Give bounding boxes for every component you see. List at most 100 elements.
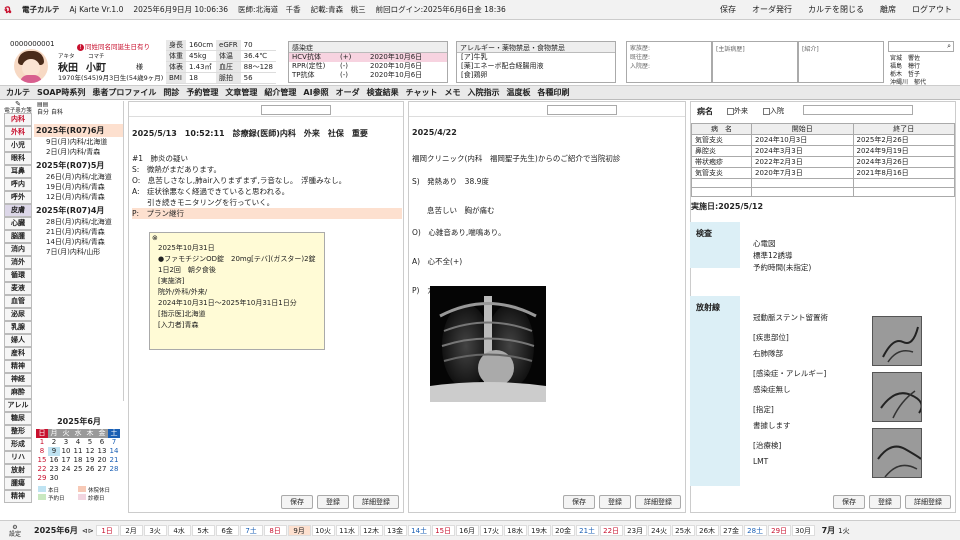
dept-item[interactable]: リハ — [4, 451, 32, 464]
order-popup[interactable]: ⊗ 2025年10月31日 ●ファモチジンOD錠 20mg[テバ](ガスター)2錠… — [149, 232, 325, 350]
visit-day[interactable]: 14日(月)内科/青森 — [34, 237, 123, 247]
visit-month[interactable]: 2025年(R07)5月 — [34, 159, 123, 172]
tab-8[interactable]: オーダ — [336, 87, 360, 98]
history-panel[interactable]: 家族歴: 既往歴: 入院歴: — [626, 41, 712, 83]
strip-day[interactable]: 15日 — [431, 525, 455, 536]
dept-item[interactable]: 眼科 — [4, 152, 32, 165]
strip-day[interactable]: 21土 — [575, 525, 599, 536]
referral-panel[interactable]: [紹介] — [798, 41, 884, 83]
dept-item[interactable]: 神経 — [4, 373, 32, 386]
menu-item-3[interactable]: 離席 — [880, 4, 896, 15]
strip-day[interactable]: 12木 — [359, 525, 383, 536]
dept-item[interactable]: 麻酔 — [4, 386, 32, 399]
dept-item[interactable]: 皮膚 — [4, 204, 32, 217]
strip-day[interactable]: 9月 — [287, 525, 311, 536]
note1-line[interactable]: A: 症状徐悪なく経過できていると思われる。 — [132, 186, 402, 197]
dept-item[interactable]: 脳腫 — [4, 230, 32, 243]
note2-line[interactable]: O) 心雑音あり,喘鳴あり。 — [412, 227, 682, 256]
calendar-day[interactable]: 15 — [36, 456, 48, 465]
disease-row[interactable]: 気管支炎 2024年10月3日 2025年2月26日 — [690, 134, 955, 146]
dept-item[interactable]: 精神 — [4, 360, 32, 373]
calendar-day[interactable]: 16 — [48, 456, 60, 465]
visit-day[interactable]: 21日(月)内科/青森 — [34, 227, 123, 237]
infection-panel[interactable]: 感染症 HCV抗体 (+) 2020年10月6日 RPR(定性) (-) 2020年10月… — [288, 41, 448, 83]
note1-search-input[interactable] — [261, 105, 331, 115]
tab-13[interactable]: 温度板 — [507, 87, 531, 98]
strip-day[interactable]: 29日 — [767, 525, 791, 536]
tab-12[interactable]: 入院指示 — [468, 87, 500, 98]
tab-10[interactable]: チャット — [406, 87, 438, 98]
strip-day[interactable]: 27金 — [719, 525, 743, 536]
calendar-day[interactable]: 3 — [60, 438, 72, 447]
dept-item[interactable]: 腫瘍 — [4, 477, 32, 490]
strip-day[interactable]: 13金 — [383, 525, 407, 536]
visit-day[interactable]: 9日(月)内科/北海道 — [34, 137, 123, 147]
calendar-day[interactable]: 9 — [48, 447, 60, 456]
strip-day[interactable]: 4水 — [167, 525, 191, 536]
calendar-day[interactable]: 18 — [72, 456, 84, 465]
note1-line[interactable]: S: 微熱がまだあります。 — [132, 164, 402, 175]
strip-day[interactable]: 10火 — [311, 525, 335, 536]
dept-item[interactable]: 呼外 — [4, 191, 32, 204]
visit-day[interactable]: 12日(月)内科/青森 — [34, 192, 123, 202]
next-month[interactable]: 7月 — [822, 525, 836, 536]
exec-button-2[interactable]: 詳細登録 — [905, 495, 951, 509]
calendar-day[interactable]: 24 — [60, 465, 72, 474]
tab-4[interactable]: 予約管理 — [186, 87, 218, 98]
strip-day[interactable]: 5木 — [191, 525, 215, 536]
note1-line[interactable]: 引き続きモニタリングを行っていく。 — [132, 197, 402, 208]
tab-2[interactable]: 患者プロファイル — [92, 87, 156, 98]
calendar-day[interactable]: 13 — [96, 447, 108, 456]
exec-button-1[interactable]: 登録 — [869, 495, 901, 509]
tab-1[interactable]: SOAP時系列 — [37, 87, 85, 98]
tab-6[interactable]: 紹介管理 — [264, 87, 296, 98]
calendar-day[interactable]: 30 — [48, 474, 60, 483]
dept-item[interactable]: 糖尿 — [4, 412, 32, 425]
calendar-day[interactable]: 20 — [96, 456, 108, 465]
calendar-day[interactable]: 1 — [36, 438, 48, 447]
strip-day[interactable]: 24火 — [647, 525, 671, 536]
calendar-day[interactable]: 27 — [96, 465, 108, 474]
dept-item[interactable]: 精神 — [4, 490, 32, 503]
dept-item[interactable]: 泌尿 — [4, 308, 32, 321]
close-icon[interactable]: ⊗ — [152, 233, 158, 244]
strip-day[interactable]: 6金 — [215, 525, 239, 536]
calendar-day[interactable]: 5 — [84, 438, 96, 447]
dept-item[interactable]: 放射 — [4, 464, 32, 477]
menu-item-0[interactable]: 保存 — [720, 4, 736, 15]
calendar-day[interactable]: 19 — [84, 456, 96, 465]
tab-7[interactable]: AI参照 — [303, 87, 328, 98]
strip-day[interactable]: 3火 — [143, 525, 167, 536]
strip-day[interactable]: 11水 — [335, 525, 359, 536]
disease-row[interactable]: 鼻腔炎 2024年3月3日 2024年9月19日 — [690, 145, 955, 157]
strip-day[interactable]: 16月 — [455, 525, 479, 536]
patient-alert[interactable]: ! 同姓同名同誕生日有り — [77, 41, 150, 51]
menu-item-4[interactable]: ログアウト — [912, 4, 952, 15]
strip-day[interactable]: 1日 — [95, 525, 119, 536]
dept-item[interactable]: 耳鼻 — [4, 165, 32, 178]
tab-9[interactable]: 検査結果 — [367, 87, 399, 98]
calendar-day[interactable]: 29 — [36, 474, 48, 483]
inpatient-checkbox[interactable]: 入院 — [763, 106, 784, 116]
dept-item[interactable]: 小児 — [4, 139, 32, 152]
tab-11[interactable]: メモ — [445, 87, 461, 98]
note2-button-2[interactable]: 詳細登録 — [635, 495, 681, 509]
note1-line[interactable]: P: プラン継行 — [132, 208, 402, 219]
strip-day[interactable]: 14土 — [407, 525, 431, 536]
prev-icon[interactable]: ⊲⊳ — [82, 527, 94, 535]
dept-item[interactable]: 心臓 — [4, 217, 32, 230]
visit-day[interactable]: 2日(月)内科/青森 — [34, 147, 123, 157]
calendar-day[interactable]: 28 — [108, 465, 120, 474]
strip-day[interactable]: 17火 — [479, 525, 503, 536]
angiogram-thumbnail-1[interactable] — [872, 316, 922, 366]
calendar-day[interactable]: 7 — [108, 438, 120, 447]
prescription-label[interactable]: ✎ 電子患方箋 — [4, 101, 32, 115]
calendar-day[interactable]: 17 — [60, 456, 72, 465]
dept-item[interactable]: 呼内 — [4, 178, 32, 191]
chest-xray-image[interactable] — [430, 286, 546, 402]
search-icon[interactable]: ⌕ — [947, 42, 953, 51]
strip-day[interactable]: 22日 — [599, 525, 623, 536]
calendar-day[interactable]: 23 — [48, 465, 60, 474]
strip-day[interactable]: 18水 — [503, 525, 527, 536]
calendar-day[interactable]: 21 — [108, 456, 120, 465]
